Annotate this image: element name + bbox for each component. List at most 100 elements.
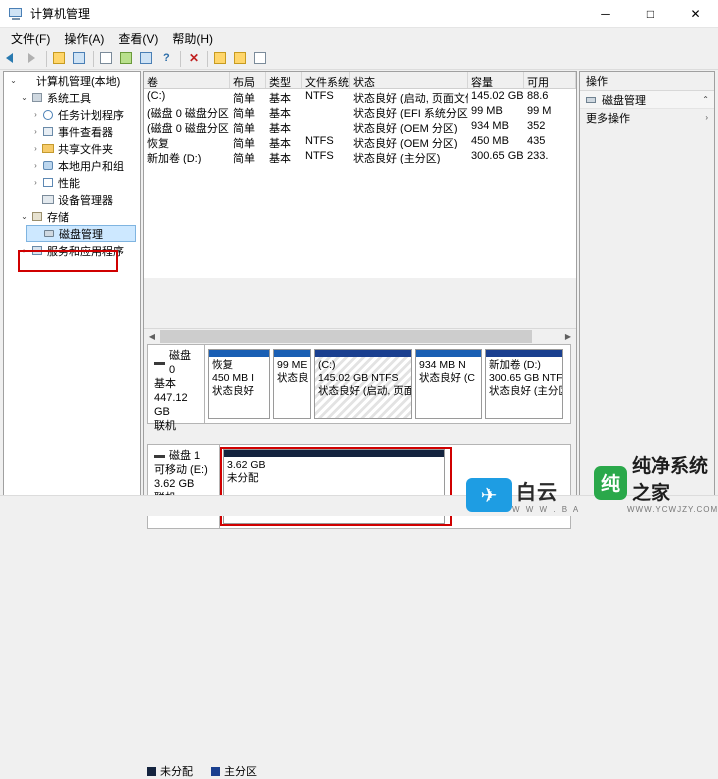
tree-item-3[interactable]: › 事件查看器 bbox=[26, 123, 136, 140]
menu-help[interactable]: 帮助(H) bbox=[165, 28, 220, 49]
collapse-caret-icon[interactable]: ⌃ bbox=[702, 95, 709, 104]
table-row[interactable]: (磁盘 0 磁盘分区 2)简单 基本 状态良好 (EFI 系统分区)99 MB 99 … bbox=[144, 104, 576, 119]
tree-item-5[interactable]: › 本地用户和组 bbox=[26, 157, 136, 174]
back-button[interactable] bbox=[3, 49, 22, 68]
disk-bar-icon bbox=[154, 454, 165, 458]
cell-fs bbox=[302, 104, 350, 119]
cell-vol: (磁盘 0 磁盘分区 2) bbox=[147, 108, 230, 119]
partition-0-3[interactable]: 934 MB N 状态良好 (C bbox=[415, 349, 482, 419]
legend-swatch-unallocated bbox=[147, 766, 156, 776]
scroll-thumb[interactable] bbox=[160, 330, 532, 343]
title-bar: 计算机管理 ─ □ ✕ bbox=[0, 0, 718, 28]
chevron-right-icon[interactable]: › bbox=[30, 160, 41, 171]
cell-fs: NTFS bbox=[305, 135, 334, 147]
window-controls: ─ □ ✕ bbox=[583, 0, 718, 28]
refresh-icon[interactable] bbox=[117, 49, 136, 68]
partition-line: 状态良 bbox=[277, 372, 309, 384]
partition-line: 状态良好 (启动, 页面) bbox=[318, 385, 412, 397]
up-folder-icon[interactable] bbox=[50, 49, 69, 68]
menu-action[interactable]: 操作(A) bbox=[57, 28, 111, 49]
table-row[interactable]: (C:) 简单 基本 NTFS 状态良好 (启动, 页面文件, 故障转储, 基本数据分区… bbox=[144, 89, 576, 104]
table-row[interactable]: (磁盘 0 磁盘分区 5)简单 基本 状态良好 (OEM 分区) 934 MB 352 bbox=[144, 119, 576, 134]
column-header-volume[interactable]: 卷 bbox=[144, 72, 230, 88]
tree-item-label: 事件查看器 bbox=[58, 126, 113, 139]
disk-block-0[interactable]: 磁盘 0 基本 447.12 GB 联机 恢复 450 MB I 状态良好 99 ME 状态良(… bbox=[147, 344, 571, 432]
tree-item-8[interactable]: ⌄ 存储 bbox=[15, 208, 136, 225]
table-row[interactable]: 恢复 简单 基本 NTFS 状态良好 (OEM 分区) 450 MB 435 bbox=[144, 134, 576, 149]
column-header-type[interactable]: 类型 bbox=[266, 72, 302, 88]
disk-management-icon bbox=[585, 94, 598, 106]
shared-folders-icon bbox=[41, 142, 55, 155]
disk-management-pane: 卷 布局 类型 文件系统 状态 容量 可用 (C:) 简单 基本 NTFS 状态良好 (… bbox=[143, 71, 577, 778]
partition-0-0[interactable]: 恢复 450 MB I 状态良好 bbox=[208, 349, 270, 419]
horizontal-scrollbar[interactable]: ◀ ▶ bbox=[144, 328, 576, 344]
table-row[interactable]: 新加卷 (D:) 简单 基本 NTFS 状态良好 (主分区) 300.65 GB 233. bbox=[144, 149, 576, 164]
tree-item-9[interactable]: 磁盘管理 bbox=[26, 225, 136, 242]
console-tree[interactable]: ⌄ 计算机管理(本地) ⌄ 系统工具 › 任务计划程序 › 事件查看器 › 共享文件夹 › 本地用户和… bbox=[3, 71, 141, 507]
tree-item-6[interactable]: › 性能 bbox=[26, 174, 136, 191]
column-header-status[interactable]: 状态 bbox=[350, 72, 468, 88]
tree-item-10[interactable]: › 服务和应用程序 bbox=[15, 242, 136, 259]
volume-list[interactable]: 卷 布局 类型 文件系统 状态 容量 可用 (C:) 简单 基本 NTFS 状态良好 (… bbox=[144, 72, 576, 278]
cell-free: 352 bbox=[527, 120, 546, 132]
partition-line: 恢复 bbox=[212, 359, 233, 371]
export-icon[interactable] bbox=[231, 49, 250, 68]
chevron-right-icon[interactable] bbox=[31, 228, 42, 239]
volume-list-header: 卷 布局 类型 文件系统 状态 容量 可用 bbox=[144, 72, 576, 89]
list-icon[interactable] bbox=[137, 49, 156, 68]
new-icon[interactable] bbox=[211, 49, 230, 68]
tree-item-4[interactable]: › 共享文件夹 bbox=[26, 140, 136, 157]
properties-icon[interactable] bbox=[97, 49, 116, 68]
view-icon[interactable] bbox=[251, 49, 270, 68]
chevron-down-icon[interactable]: ⌄ bbox=[19, 92, 30, 103]
forward-button[interactable] bbox=[23, 49, 42, 68]
chevron-right-icon[interactable]: › bbox=[30, 143, 41, 154]
tree-item-label: 磁盘管理 bbox=[59, 228, 103, 241]
tree-item-1[interactable]: ⌄ 系统工具 bbox=[15, 89, 136, 106]
menu-file[interactable]: 文件(F) bbox=[4, 28, 57, 49]
performance-icon bbox=[41, 176, 55, 189]
scroll-track[interactable] bbox=[160, 329, 560, 344]
maximize-button[interactable]: □ bbox=[628, 0, 673, 28]
column-header-capacity[interactable]: 容量 bbox=[468, 72, 524, 88]
action-more-actions[interactable]: 更多操作 › bbox=[580, 109, 714, 126]
chevron-right-icon[interactable] bbox=[30, 194, 41, 205]
watermark-baiyun: ✈ 白云 W W W . B A bbox=[466, 476, 580, 514]
partition-0-1[interactable]: 99 ME 状态良 bbox=[273, 349, 311, 419]
scroll-right-icon[interactable]: ▶ bbox=[560, 329, 576, 344]
column-header-filesystem[interactable]: 文件系统 bbox=[302, 72, 350, 88]
tree-item-7[interactable]: 设备管理器 bbox=[26, 191, 136, 208]
cell-status: 状态良好 (OEM 分区) bbox=[353, 123, 458, 134]
delete-icon[interactable]: ✕ bbox=[184, 49, 203, 68]
actions-group-disk-management[interactable]: 磁盘管理 ⌃ bbox=[580, 91, 714, 109]
menu-view[interactable]: 查看(V) bbox=[111, 28, 165, 49]
tree-item-2[interactable]: › 任务计划程序 bbox=[26, 106, 136, 123]
actions-group-label: 磁盘管理 bbox=[602, 94, 646, 107]
computer-management-window: 计算机管理 ─ □ ✕ 文件(F) 操作(A) 查看(V) 帮助(H) ? ✕ bbox=[0, 0, 718, 778]
partition-text: 恢复 450 MB I 状态良好 bbox=[209, 350, 269, 398]
chevron-right-icon[interactable]: › bbox=[30, 109, 41, 120]
scroll-left-icon[interactable]: ◀ bbox=[144, 329, 160, 344]
tree-item-0[interactable]: ⌄ 计算机管理(本地) bbox=[4, 72, 136, 89]
partition-0-4[interactable]: 新加卷 (D:)300.65 GB NTFS状态良好 (主分区) bbox=[485, 349, 563, 419]
column-header-layout[interactable]: 布局 bbox=[230, 72, 266, 88]
chevron-right-icon[interactable]: › bbox=[30, 126, 41, 137]
disk-size: 447.12 GB bbox=[154, 392, 188, 418]
close-button[interactable]: ✕ bbox=[673, 0, 718, 28]
chevron-down-icon[interactable]: ⌄ bbox=[19, 211, 30, 222]
toolbar: ? ✕ bbox=[0, 48, 718, 70]
disk-info: 磁盘 0 基本 447.12 GB 联机 bbox=[148, 345, 205, 432]
cell-vol: 新加卷 (D:) bbox=[147, 153, 202, 164]
cell-free: 435 bbox=[527, 135, 546, 147]
panel-icon[interactable] bbox=[70, 49, 89, 68]
minimize-button[interactable]: ─ bbox=[583, 0, 628, 28]
main-content: ⌄ 计算机管理(本地) ⌄ 系统工具 › 任务计划程序 › 事件查看器 › 共享文件夹 › 本地用户和… bbox=[0, 70, 718, 778]
cell-status: 状态良好 (OEM 分区) bbox=[353, 138, 458, 149]
partition-text: 新加卷 (D:)300.65 GB NTFS状态良好 (主分区) bbox=[486, 350, 562, 398]
chevron-down-icon[interactable]: ⌄ bbox=[8, 75, 19, 86]
column-header-free[interactable]: 可用 bbox=[524, 72, 576, 88]
help-icon[interactable]: ? bbox=[157, 49, 176, 68]
chevron-right-icon[interactable]: › bbox=[30, 177, 41, 188]
chevron-right-icon[interactable]: › bbox=[19, 245, 30, 256]
partition-0-2[interactable]: (C:) 145.02 GB NTFS 状态良好 (启动, 页面) bbox=[314, 349, 412, 419]
